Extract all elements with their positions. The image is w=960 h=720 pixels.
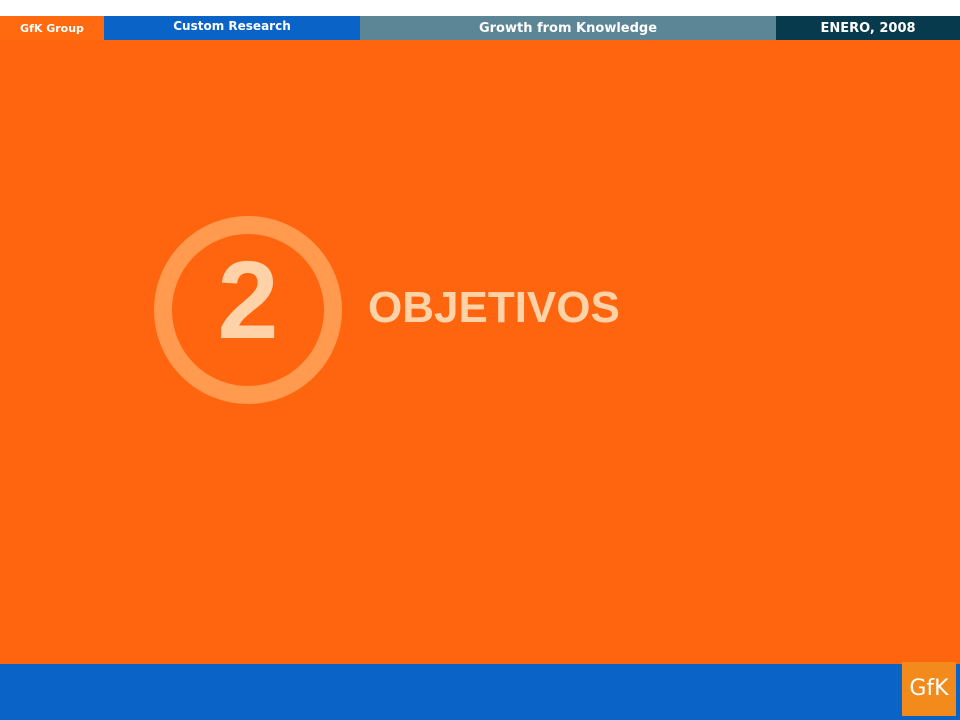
tagline: Growth from Knowledge <box>360 16 776 40</box>
footer-bar <box>0 664 960 720</box>
section-title: OBJETIVOS <box>368 283 620 332</box>
date-label: ENERO, 2008 <box>776 16 960 40</box>
division-label: Custom Research <box>104 16 360 40</box>
slide: GfK Group Custom Research Growth from Kn… <box>0 0 960 720</box>
group-label: GfK Group <box>0 16 104 40</box>
gfk-logo: GfK <box>902 662 956 716</box>
section-panel <box>0 40 960 664</box>
header-bar: GfK Group Custom Research Growth from Kn… <box>0 16 960 40</box>
section-number: 2 <box>217 239 279 362</box>
